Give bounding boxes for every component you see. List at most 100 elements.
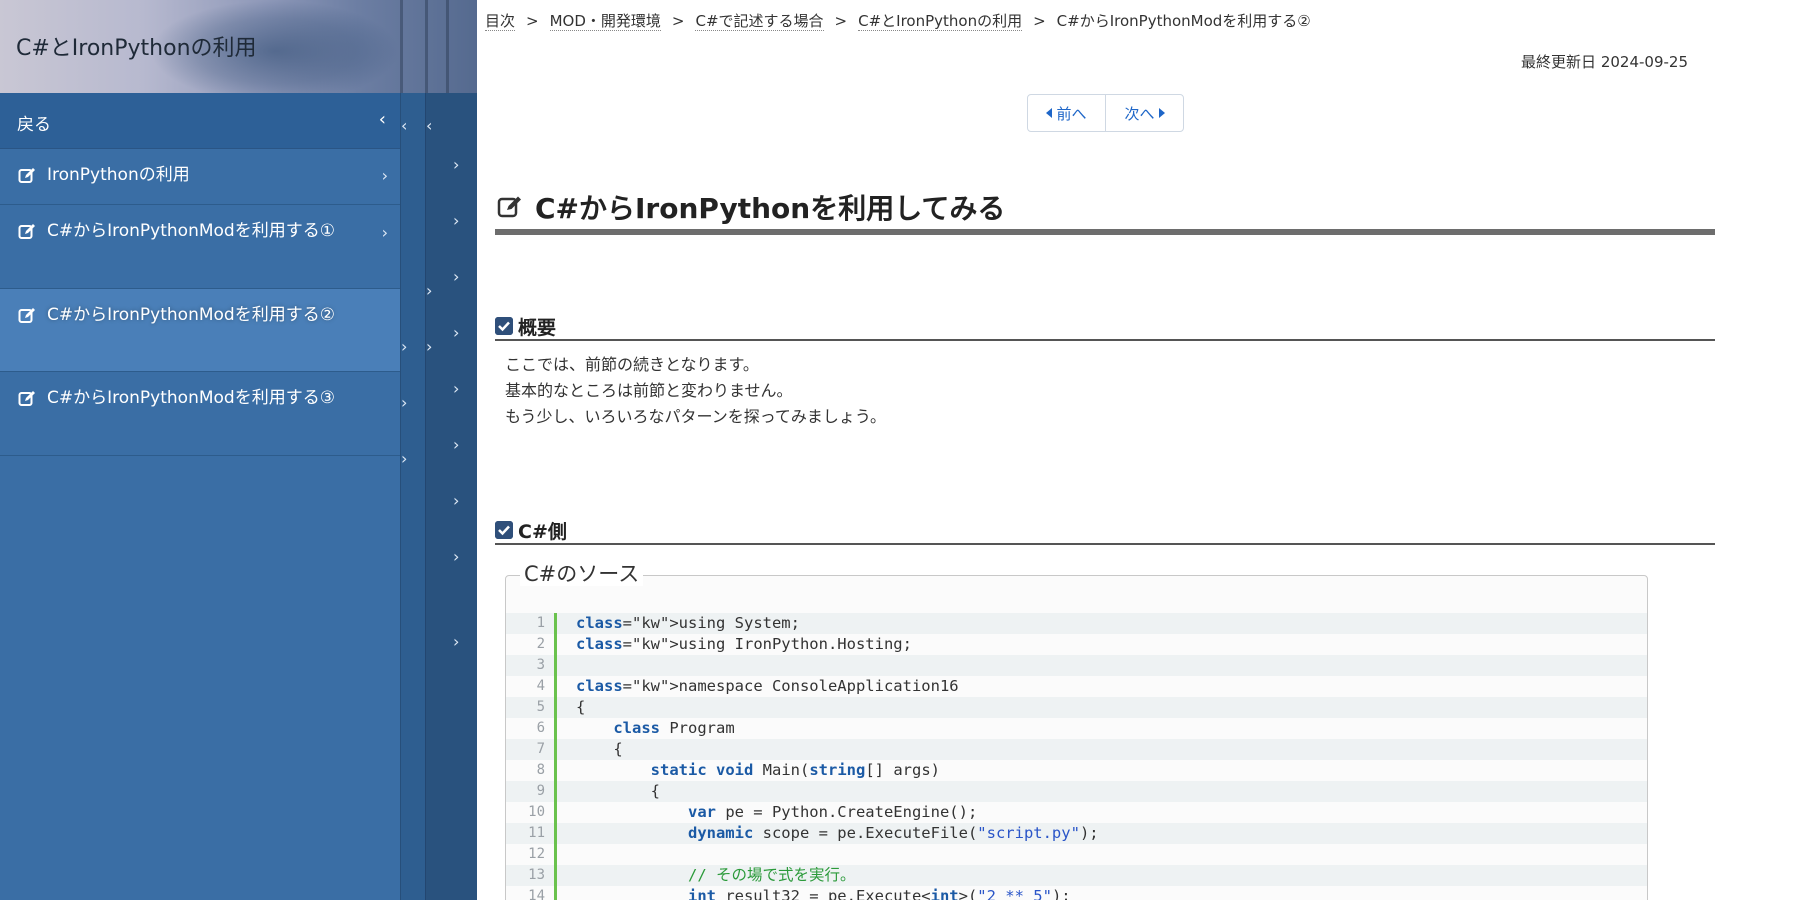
code-gutter-bar: [554, 718, 557, 739]
line-number: 2: [536, 636, 545, 652]
breadcrumb-link[interactable]: C#で記述する場合: [695, 12, 824, 31]
code-gutter-bar: [554, 865, 557, 886]
code-line: 10 var pe = Python.CreateEngine();: [506, 802, 1647, 823]
code-line: 14 int result32 = pe.Execute<int>("2 ** …: [506, 886, 1647, 900]
line-number: 8: [536, 762, 545, 778]
code-gutter-bar: [554, 634, 557, 655]
code-gutter-bar: [554, 697, 557, 718]
code-text: class="kw">using System;: [576, 614, 800, 632]
sidebar-item-mod-1[interactable]: C#からIronPythonModを利用する① ›: [0, 205, 400, 289]
sidebar-item-label: C#からIronPythonModを利用する②: [47, 305, 335, 325]
edit-icon: [18, 168, 35, 183]
caret-left-icon: [1046, 108, 1053, 118]
line-number: 3: [536, 657, 545, 673]
section-title: C#側: [518, 521, 567, 543]
line-number: 10: [528, 804, 545, 820]
chevron-left-icon[interactable]: ‹: [426, 118, 432, 134]
edit-icon: [18, 391, 35, 406]
code-text: class="kw">namespace ConsoleApplication1…: [576, 677, 959, 695]
breadcrumb-link[interactable]: 目次: [485, 12, 516, 31]
overview-text: ここでは、前節の続きとなります。 基本的なところは前節と変わりません。 もう少し…: [505, 352, 886, 430]
edit-icon: [18, 308, 35, 323]
code-line: 6 class Program: [506, 718, 1647, 739]
header-strip: [446, 0, 449, 93]
code-listing[interactable]: 1 class="kw">using System; 2 class="kw">usi…: [506, 613, 1647, 900]
code-line: 4 class="kw">namespace ConsoleApplication…: [506, 676, 1647, 697]
line-number: 1: [536, 615, 545, 631]
chevron-right-icon[interactable]: ›: [401, 451, 407, 467]
check-square-icon: [495, 317, 513, 335]
code-line: 1 class="kw">using System;: [506, 613, 1647, 634]
line-number: 6: [536, 720, 545, 736]
caret-right-icon: [1158, 108, 1165, 118]
chevron-right-icon[interactable]: ›: [453, 493, 459, 509]
code-text: // その場で式を実行。: [687, 866, 856, 884]
parent-menu-column[interactable]: ‹ › › ›: [400, 93, 425, 900]
chevron-right-icon: ›: [381, 166, 388, 185]
code-text: {: [576, 782, 660, 800]
chevron-right-icon[interactable]: ›: [453, 269, 459, 285]
code-line: 9 {: [506, 781, 1647, 802]
code-text: var pe = Python.CreateEngine();: [687, 803, 978, 821]
code-line: 3: [506, 655, 1647, 676]
chevron-right-icon[interactable]: ›: [453, 213, 459, 229]
sidebar-item-mod-3[interactable]: C#からIronPythonModを利用する③: [0, 372, 400, 456]
section-heading-csharp: C#側: [495, 515, 1715, 545]
breadcrumb-separator: >: [671, 12, 685, 30]
paragraph-line: もう少し、いろいろなパターンを探ってみましょう。: [505, 407, 886, 426]
next-page-button[interactable]: 次へ: [1105, 95, 1183, 131]
code-block-title: C#のソース: [520, 562, 644, 586]
edit-icon: [497, 196, 521, 218]
breadcrumb-separator: >: [526, 12, 539, 30]
main-content: 目次 > MOD・開発環境 > C#で記述する場合 > C#とIronPythonの利用 > C…: [477, 0, 1800, 900]
header-strip: [400, 0, 403, 93]
line-number: 12: [528, 846, 545, 862]
sidebar-item-ironpython[interactable]: IronPythonの利用 ›: [0, 149, 400, 205]
line-number: 9: [536, 783, 545, 799]
chevron-right-icon[interactable]: ›: [453, 437, 459, 453]
page-title: C#からIronPythonを利用してみる: [495, 187, 1715, 235]
prev-label: 前へ: [1056, 104, 1087, 123]
sidebar-header: C#とIronPythonの利用: [0, 0, 477, 93]
code-block: C#のソース 1 class="kw">using System; 2 class="…: [505, 562, 1648, 900]
prev-page-button[interactable]: 前へ: [1028, 95, 1105, 131]
code-text: class Program: [613, 719, 735, 737]
chevron-right-icon[interactable]: ›: [426, 339, 432, 355]
chevron-right-icon[interactable]: ›: [426, 283, 432, 299]
chevron-right-icon[interactable]: ›: [453, 634, 459, 650]
chevron-right-icon[interactable]: ›: [401, 395, 407, 411]
line-number: 14: [528, 888, 545, 900]
line-number: 13: [528, 867, 545, 883]
code-gutter-bar: [554, 781, 557, 802]
code-gutter-bar: [554, 760, 557, 781]
header-strip: [425, 0, 428, 93]
sidebar-back-button[interactable]: 戻る ‹: [0, 93, 400, 149]
breadcrumb-link[interactable]: MOD・開発環境: [549, 12, 661, 31]
sidebar-item-label: IronPythonの利用: [47, 165, 190, 185]
code-text: static void Main(string[] args): [650, 761, 940, 779]
chevron-right-icon[interactable]: ›: [453, 157, 459, 173]
chevron-right-icon[interactable]: ›: [453, 549, 459, 565]
breadcrumb-separator: >: [834, 12, 848, 30]
code-gutter-bar: [554, 613, 557, 634]
code-gutter-bar: [554, 739, 557, 760]
page-title-text: C#からIronPythonを利用してみる: [535, 192, 1006, 225]
code-gutter-bar: [554, 655, 557, 676]
breadcrumb: 目次 > MOD・開発環境 > C#で記述する場合 > C#とIronPythonの利用 > C…: [485, 10, 1311, 31]
breadcrumb-link[interactable]: C#とIronPythonの利用: [858, 12, 1023, 31]
pager: 前へ 次へ: [1027, 94, 1184, 132]
code-text: dynamic scope = pe.ExecuteFile("script.p…: [687, 824, 1099, 842]
code-line: 2 class="kw">using IronPython.Hosting;: [506, 634, 1647, 655]
grandparent-menu-column[interactable]: ‹ › › › › › › › › › › ›: [425, 93, 477, 900]
sidebar-item-mod-2[interactable]: C#からIronPythonModを利用する②: [0, 289, 400, 372]
chevron-right-icon[interactable]: ›: [401, 339, 407, 355]
chevron-right-icon[interactable]: ›: [453, 381, 459, 397]
section-title: 概要: [518, 317, 557, 339]
code-gutter-bar: [554, 676, 557, 697]
chevron-left-icon[interactable]: ‹: [401, 118, 407, 134]
line-number: 11: [528, 825, 545, 841]
section-heading-overview: 概要: [495, 311, 1715, 341]
chevron-right-icon[interactable]: ›: [453, 325, 459, 341]
code-line: 12: [506, 844, 1647, 865]
code-gutter-bar: [554, 823, 557, 844]
